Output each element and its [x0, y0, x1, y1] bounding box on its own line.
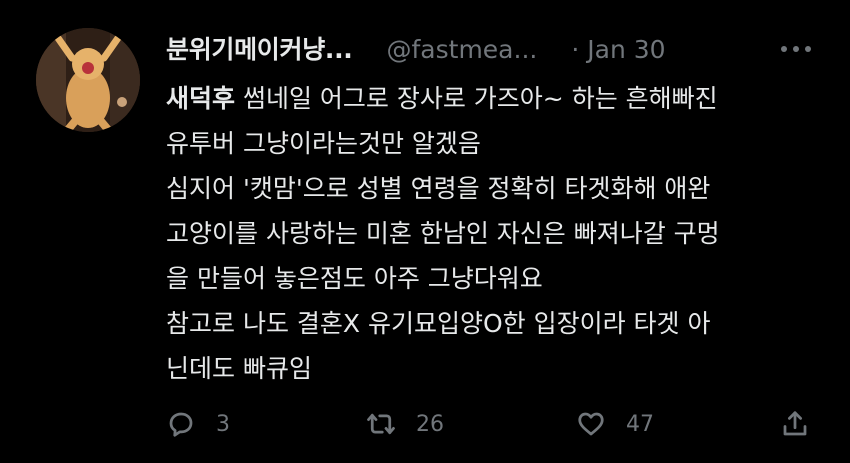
mention-name: 새덕후 [166, 84, 236, 113]
tweet-body-line: 고양이를 사랑하는 미혼 한남인 자신은 빠져나갈 구멍 [166, 211, 826, 256]
tweet-body-text: 썸네일 어그로 장사로 가즈아~ 하는 흔해빠진 [235, 84, 718, 113]
more-icon [781, 46, 811, 52]
tweet-body-line: 닌데도 빠큐임 [166, 346, 826, 391]
tweet-body-text: 고양이를 사랑하는 미혼 한남인 자신은 빠져나갈 구멍 [166, 219, 720, 248]
reply-count: 3 [216, 411, 230, 437]
share-button[interactable] [780, 404, 810, 444]
reply-button[interactable]: 3 [166, 404, 230, 444]
avatar[interactable] [36, 28, 140, 132]
tweet-actions: 3 26 47 [166, 404, 816, 444]
tweet-body-line: 참고로 나도 결혼X 유기묘입양O한 입장이라 타겟 아 [166, 301, 826, 346]
tweet-body: 새덕후 썸네일 어그로 장사로 가즈아~ 하는 흔해빠진유투버 그냥이라는것만 … [166, 76, 826, 391]
tweet-body-line: 새덕후 썸네일 어그로 장사로 가즈아~ 하는 흔해빠진 [166, 76, 826, 121]
author-handle[interactable]: @fastmea... [387, 35, 538, 64]
author-display-name[interactable]: 분위기메이커냥... [166, 30, 353, 66]
tweet-body-line: 심지어 '캣맘'으로 성별 연령을 정확히 타겟화해 애완 [166, 166, 826, 211]
tweet-body-text: 참고로 나도 결혼X 유기묘입양O한 입장이라 타겟 아 [166, 309, 711, 338]
tweet-body-text: 유투버 그냥이라는것만 알겠음 [166, 129, 481, 158]
retweet-icon [367, 413, 395, 435]
tweet-body-text: 닌데도 빠큐임 [166, 354, 312, 383]
tweet-header: 분위기메이커냥... @fastmea... · Jan 30 [166, 30, 666, 70]
tweet-body-line: 유투버 그냥이라는것만 알겠음 [166, 121, 826, 166]
heart-icon [578, 412, 604, 436]
tweet-date[interactable]: Jan 30 [587, 35, 665, 64]
retweet-button[interactable]: 26 [366, 404, 444, 444]
tweet-body-text: 을 만들어 놓은점도 아주 그냥다워요 [166, 264, 543, 293]
more-button[interactable] [776, 34, 816, 64]
like-button[interactable]: 47 [576, 404, 654, 444]
header-separator: · [571, 35, 580, 64]
avatar-image [36, 28, 140, 132]
reply-icon [169, 412, 193, 437]
retweet-count: 26 [416, 411, 444, 437]
tweet-body-line: 을 만들어 놓은점도 아주 그냥다워요 [166, 256, 826, 301]
tweet-body-text: 심지어 '캣맘'으로 성별 연령을 정확히 타겟화해 애완 [166, 174, 711, 203]
like-count: 47 [626, 411, 654, 437]
share-icon [783, 411, 807, 436]
